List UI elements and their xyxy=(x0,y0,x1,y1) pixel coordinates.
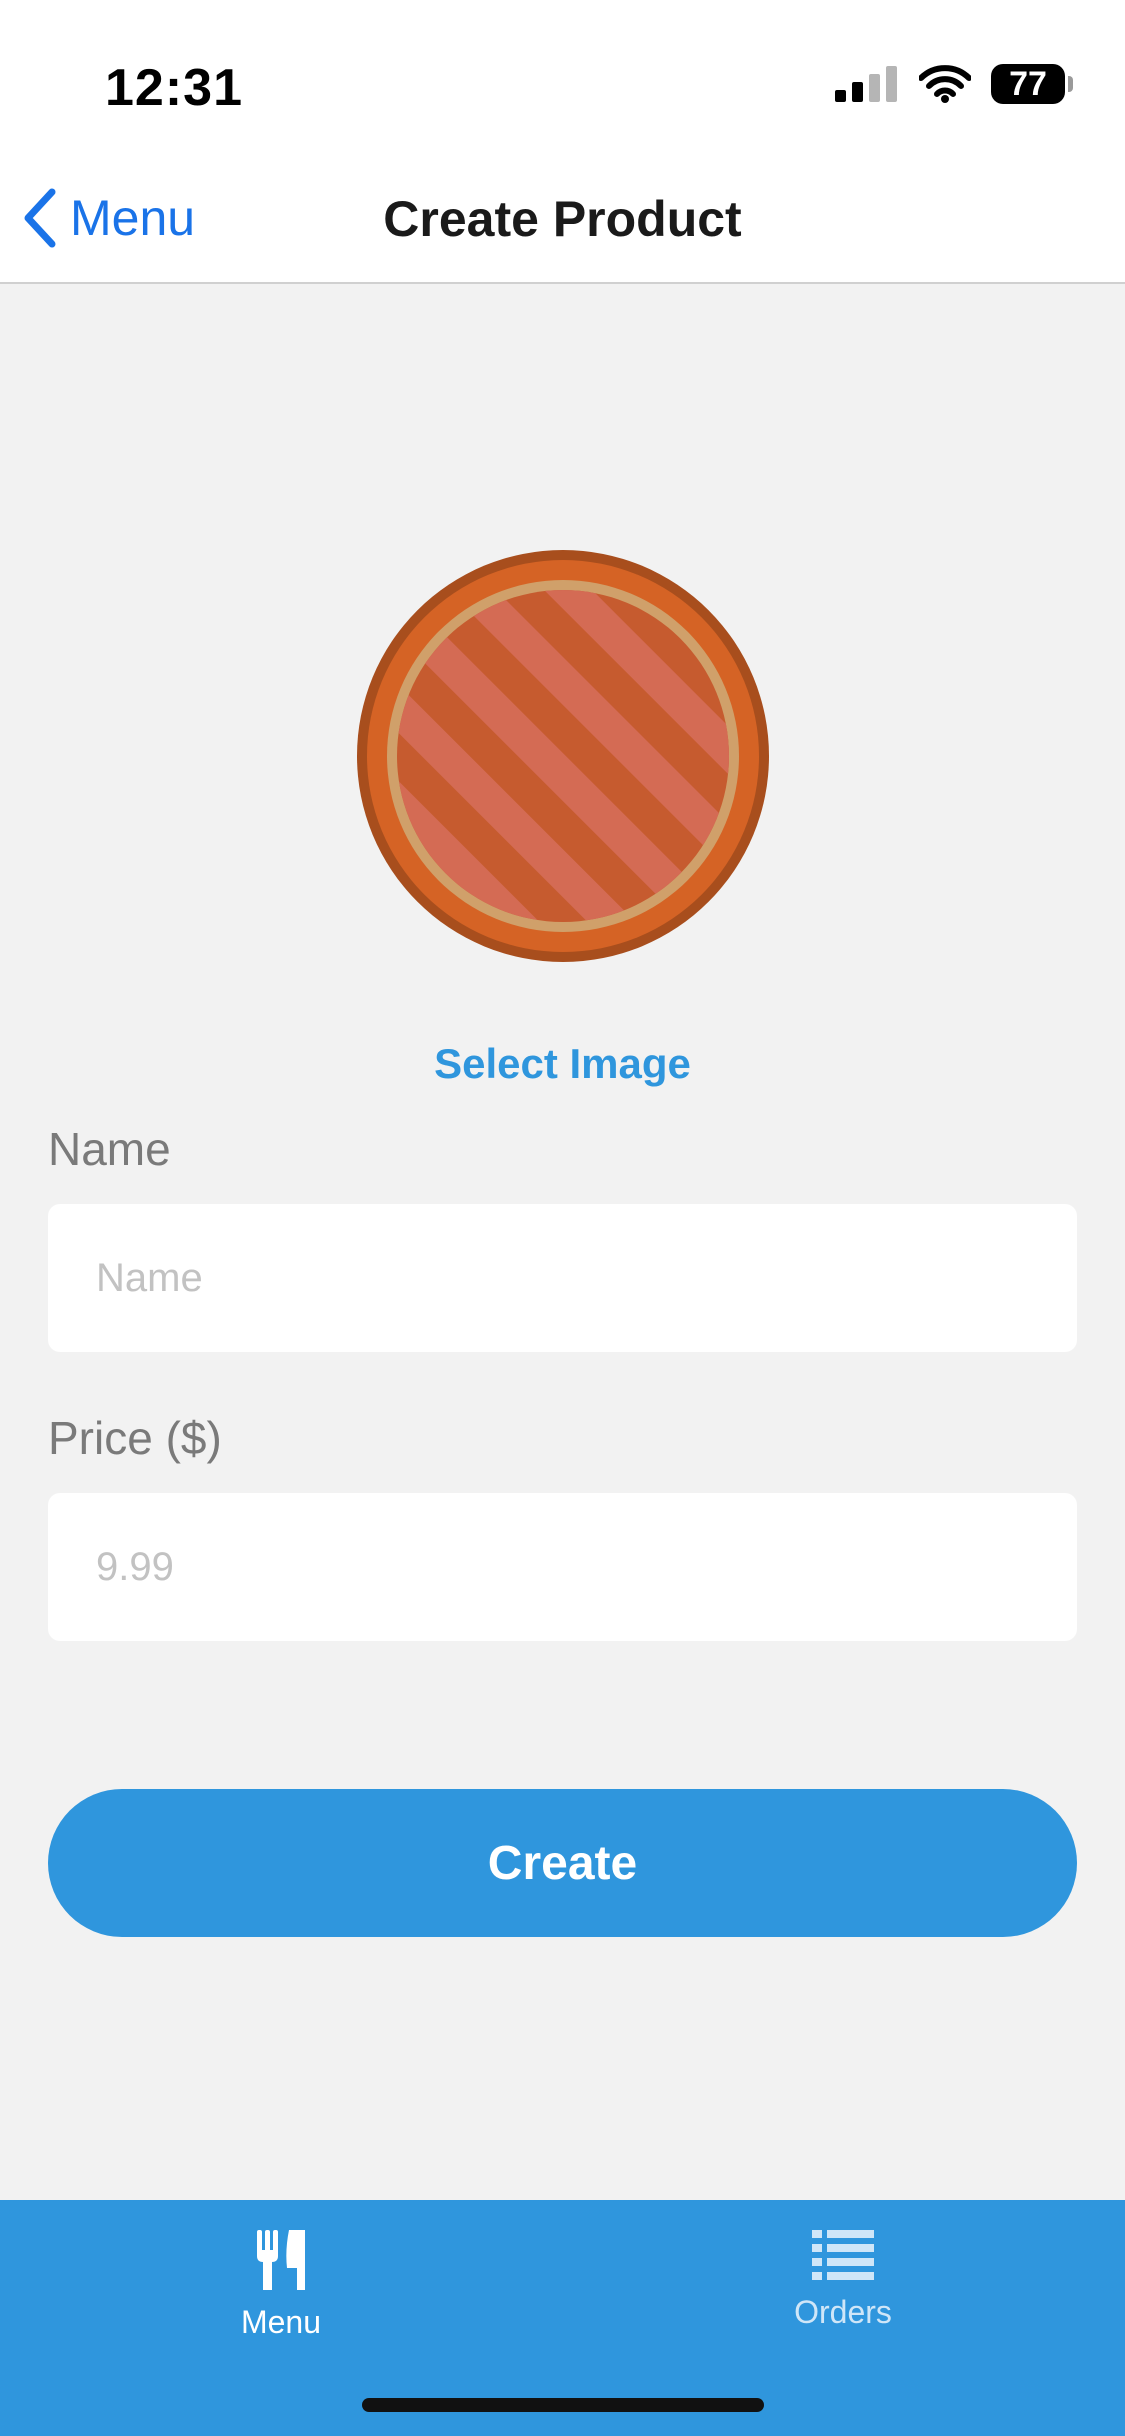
price-label: Price ($) xyxy=(48,1412,222,1464)
tab-orders-label: Orders xyxy=(794,2294,892,2330)
home-indicator xyxy=(362,2398,764,2412)
page-title: Create Product xyxy=(383,191,742,247)
list-icon xyxy=(812,2230,874,2280)
signal-icon xyxy=(835,66,897,102)
tab-orders[interactable]: Orders xyxy=(723,2230,963,2370)
battery-icon: 77 xyxy=(991,64,1073,104)
navigation-bar: Menu Create Product xyxy=(0,150,1125,284)
tab-menu-label: Menu xyxy=(240,2304,322,2340)
price-input[interactable] xyxy=(48,1493,1077,1641)
tab-menu[interactable]: Menu xyxy=(161,2230,401,2370)
status-bar: 12:31 77 xyxy=(0,0,1125,150)
create-button[interactable]: Create xyxy=(48,1789,1077,1937)
status-time: 12:31 xyxy=(105,59,243,117)
select-image-button[interactable]: Select Image xyxy=(0,1040,1125,1088)
status-icons: 77 xyxy=(835,64,1073,104)
battery-level: 77 xyxy=(1009,64,1047,103)
wifi-icon xyxy=(919,65,971,103)
fork-knife-icon xyxy=(257,2230,305,2290)
name-label: Name xyxy=(48,1123,171,1175)
pizza-placeholder-icon[interactable] xyxy=(353,546,773,966)
name-input[interactable] xyxy=(48,1204,1077,1352)
